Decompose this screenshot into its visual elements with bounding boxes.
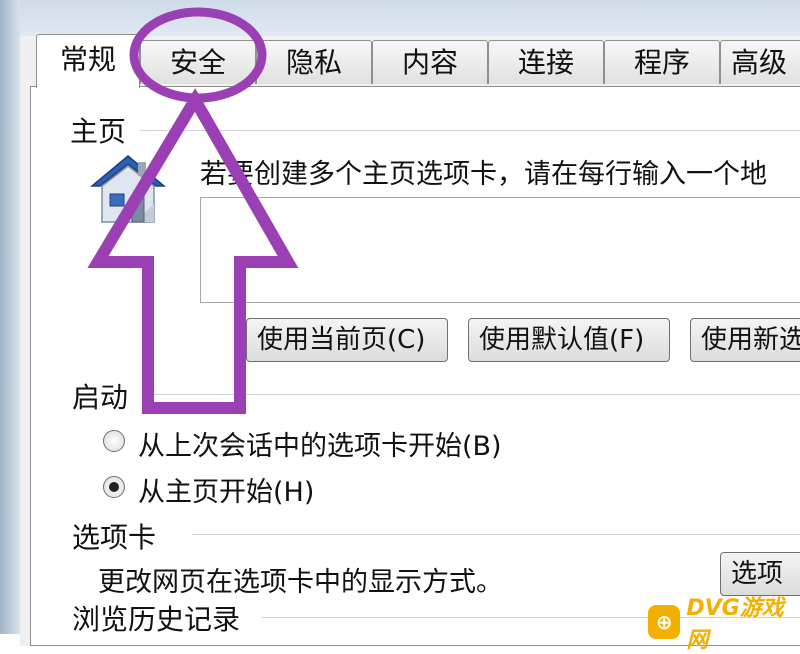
watermark: ⊕ DVG游戏网 (648, 590, 800, 654)
security-tab-highlight-circle (129, 7, 267, 103)
watermark-text: DVG游戏网 (686, 596, 784, 653)
up-arrow-icon (87, 88, 299, 414)
annotation-overlay (87, 7, 299, 414)
